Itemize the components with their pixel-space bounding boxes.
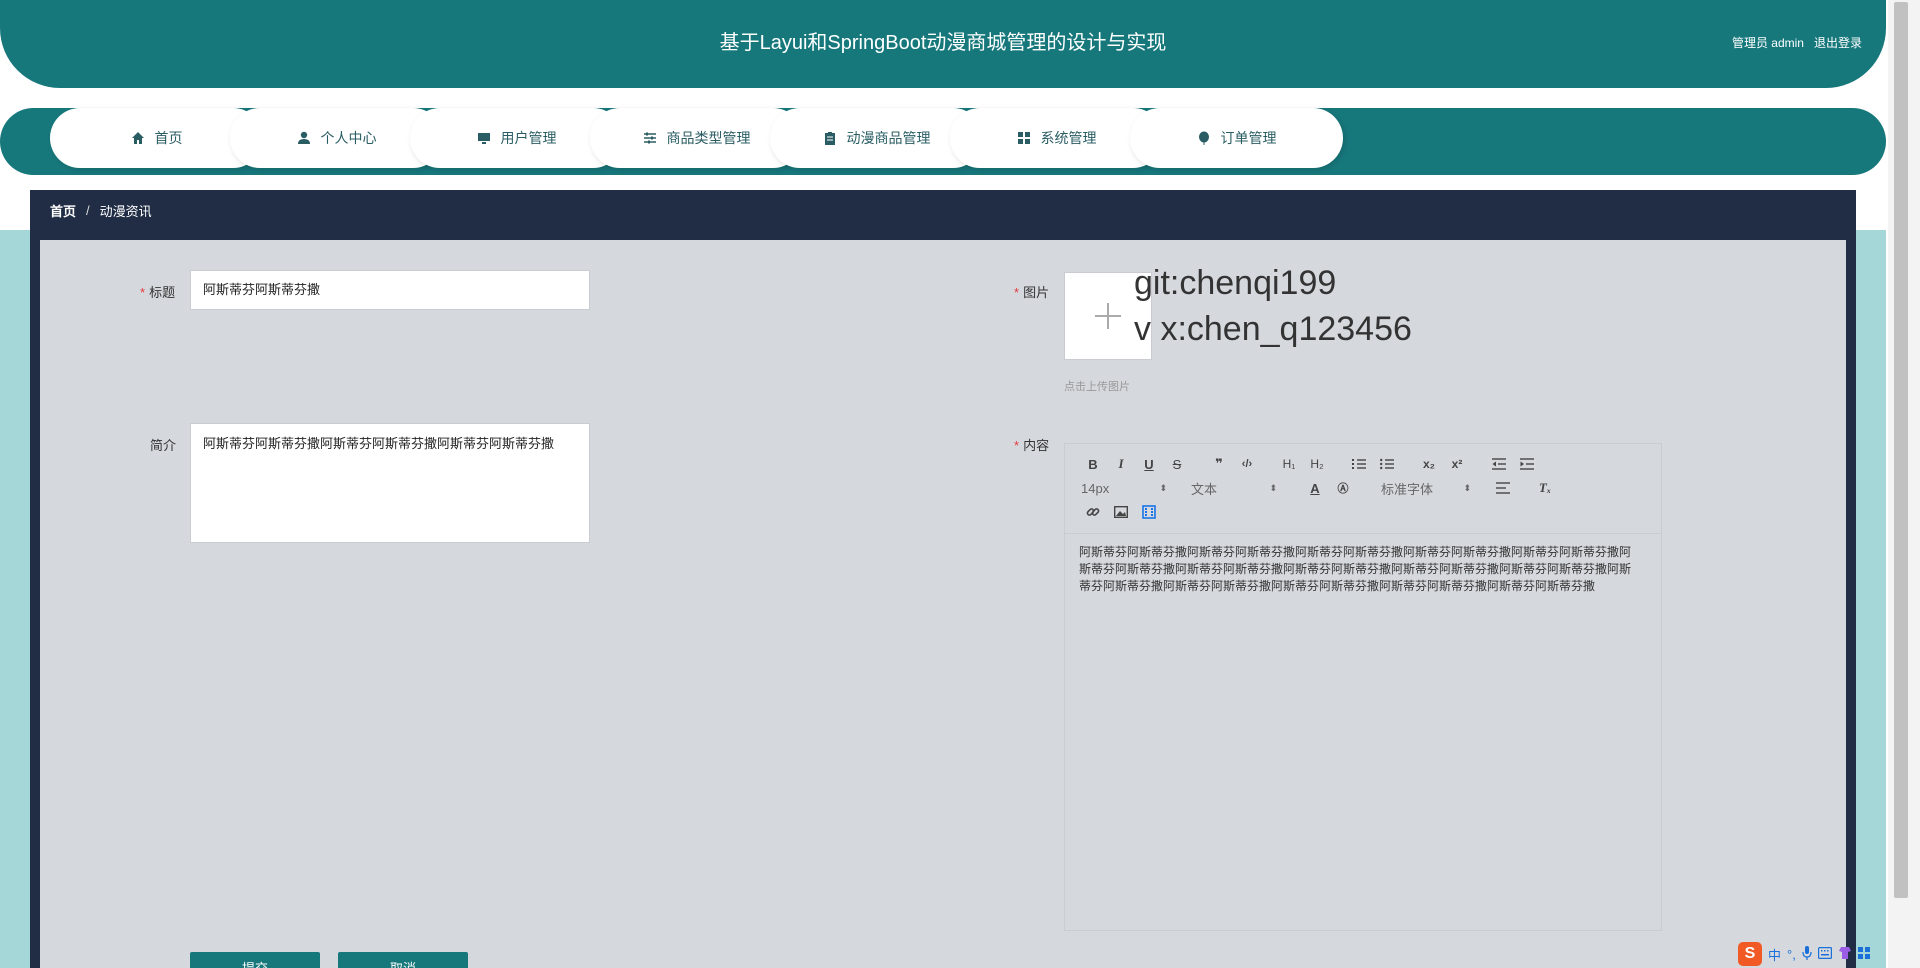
- video-icon[interactable]: [1135, 501, 1163, 523]
- ime-toolbar: S 中 °,: [1738, 940, 1920, 968]
- required-mark: *: [140, 285, 146, 300]
- chevron-updown-icon: ⬍: [1159, 482, 1167, 493]
- background-color-icon[interactable]: Ⓐ: [1329, 477, 1357, 499]
- ordered-list-icon[interactable]: [1345, 453, 1373, 475]
- toolbar-row: B I U S ❞ ‹/› H₁ H₂ x₂ x²: [1079, 452, 1647, 476]
- nav-label: 动漫商品管理: [846, 130, 931, 146]
- sliders-icon: [643, 131, 657, 145]
- image-label: * 图片: [1014, 282, 1049, 301]
- block-type-select[interactable]: 文本 ⬍: [1191, 477, 1277, 499]
- cancel-button[interactable]: 取消: [338, 952, 468, 968]
- required-mark: *: [1014, 438, 1020, 453]
- block-type-value: 文本: [1191, 481, 1218, 497]
- image-icon[interactable]: [1107, 501, 1135, 523]
- toolbar-row: [1079, 500, 1647, 524]
- link-icon[interactable]: [1079, 501, 1107, 523]
- required-mark: *: [1014, 285, 1020, 300]
- skin-icon[interactable]: [1838, 946, 1852, 963]
- breadcrumb-home[interactable]: 首页: [50, 201, 76, 220]
- content-label-text: 内容: [1023, 438, 1050, 453]
- sogou-logo-icon[interactable]: S: [1738, 942, 1762, 966]
- font-size-value: 14px: [1081, 480, 1110, 496]
- logout-link[interactable]: 退出登录: [1814, 34, 1862, 51]
- app-header: 基于Layui和SpringBoot动漫商城管理的设计与实现 管理员 admin…: [0, 0, 1886, 88]
- toolbar-row: 14px ⬍ 文本 ⬍ A Ⓐ 标准字体 ⬍ Tₓ: [1079, 476, 1647, 500]
- apps-grid-icon[interactable]: [1857, 946, 1870, 962]
- underline-icon[interactable]: U: [1135, 453, 1163, 475]
- rich-text-editor[interactable]: B I U S ❞ ‹/› H₁ H₂ x₂ x² 14px ⬍ 文本 ⬍ A …: [1064, 443, 1662, 931]
- title-label-text: 标题: [149, 285, 176, 300]
- balloon-icon: [1197, 131, 1211, 145]
- summary-textarea[interactable]: 阿斯蒂芬阿斯蒂芬撒阿斯蒂芬阿斯蒂芬撒阿斯蒂芬阿斯蒂芬撒: [190, 423, 590, 543]
- font-color-icon[interactable]: A: [1301, 477, 1329, 499]
- nav-label: 首页: [154, 130, 183, 146]
- subscript-icon[interactable]: x₂: [1415, 453, 1443, 475]
- user-label: 管理员 admin: [1731, 36, 1804, 50]
- monitor-icon: [477, 131, 491, 145]
- nav-label: 个人中心: [320, 130, 377, 146]
- title-label: * 标题: [140, 282, 175, 301]
- editor-toolbar: B I U S ❞ ‹/› H₁ H₂ x₂ x² 14px ⬍ 文本 ⬍ A …: [1065, 444, 1661, 534]
- heading2-icon[interactable]: H₂: [1303, 453, 1331, 475]
- title-input[interactable]: 阿斯蒂芬阿斯蒂芬撒: [190, 270, 590, 310]
- scrollbar-thumb[interactable]: [1894, 2, 1908, 898]
- microphone-icon[interactable]: [1802, 945, 1812, 963]
- superscript-icon[interactable]: x²: [1443, 453, 1471, 475]
- home-icon: [131, 131, 145, 145]
- chevron-updown-icon: ⬍: [1463, 482, 1471, 493]
- bold-icon[interactable]: B: [1079, 453, 1107, 475]
- blockquote-icon[interactable]: ❞: [1205, 453, 1233, 475]
- user-icon: [297, 131, 311, 145]
- clear-format-icon[interactable]: Tₓ: [1531, 477, 1559, 499]
- image-label-text: 图片: [1023, 285, 1050, 300]
- watermark-line: v x:chen_q123456: [1134, 310, 1412, 348]
- plus-icon: [1095, 303, 1121, 329]
- ime-language[interactable]: 中: [1768, 945, 1781, 964]
- app-title: 基于Layui和SpringBoot动漫商城管理的设计与实现: [719, 32, 1167, 54]
- italic-icon[interactable]: I: [1107, 453, 1135, 475]
- punctuation-icon[interactable]: °,: [1787, 947, 1796, 962]
- nav-label: 商品类型管理: [666, 130, 751, 146]
- grid-icon: [1017, 131, 1031, 145]
- bullet-list-icon[interactable]: [1373, 453, 1401, 475]
- align-icon[interactable]: [1489, 477, 1517, 499]
- upload-hint: 点击上传图片: [1064, 381, 1130, 393]
- keyboard-icon[interactable]: [1817, 946, 1832, 962]
- nav-label: 用户管理: [500, 130, 557, 146]
- strikethrough-icon[interactable]: S: [1163, 453, 1191, 475]
- user-area: 管理员 admin 退出登录: [1732, 34, 1862, 51]
- watermark-line: git:chenqi199: [1134, 264, 1337, 302]
- code-block-icon[interactable]: ‹/›: [1233, 453, 1261, 475]
- chevron-updown-icon: ⬍: [1269, 482, 1277, 493]
- font-size-select[interactable]: 14px ⬍: [1081, 477, 1167, 499]
- breadcrumb-current: 动漫资讯: [99, 203, 152, 219]
- indent-icon[interactable]: [1513, 453, 1541, 475]
- breadcrumb: 首页 / 动漫资讯: [30, 190, 1856, 230]
- font-family-select[interactable]: 标准字体 ⬍: [1381, 477, 1471, 499]
- clipboard-icon: [823, 131, 837, 145]
- breadcrumb-separator: /: [86, 202, 90, 218]
- watermark: git:chenqi199 v x:chen_q123456: [1134, 260, 1412, 352]
- outdent-icon[interactable]: [1485, 453, 1513, 475]
- heading1-icon[interactable]: H₁: [1275, 453, 1303, 475]
- nav-label: 订单管理: [1220, 130, 1277, 146]
- content-label: * 内容: [1014, 435, 1049, 454]
- editor-content[interactable]: 阿斯蒂芬阿斯蒂芬撒阿斯蒂芬阿斯蒂芬撒阿斯蒂芬阿斯蒂芬撒阿斯蒂芬阿斯蒂芬撒阿斯蒂芬…: [1079, 544, 1641, 595]
- nav-item-orders[interactable]: 订单管理: [1130, 108, 1343, 168]
- font-family-value: 标准字体: [1381, 481, 1434, 497]
- nav-label: 系统管理: [1040, 130, 1097, 146]
- submit-button[interactable]: 提交: [190, 952, 320, 968]
- summary-label: 简介: [150, 438, 177, 453]
